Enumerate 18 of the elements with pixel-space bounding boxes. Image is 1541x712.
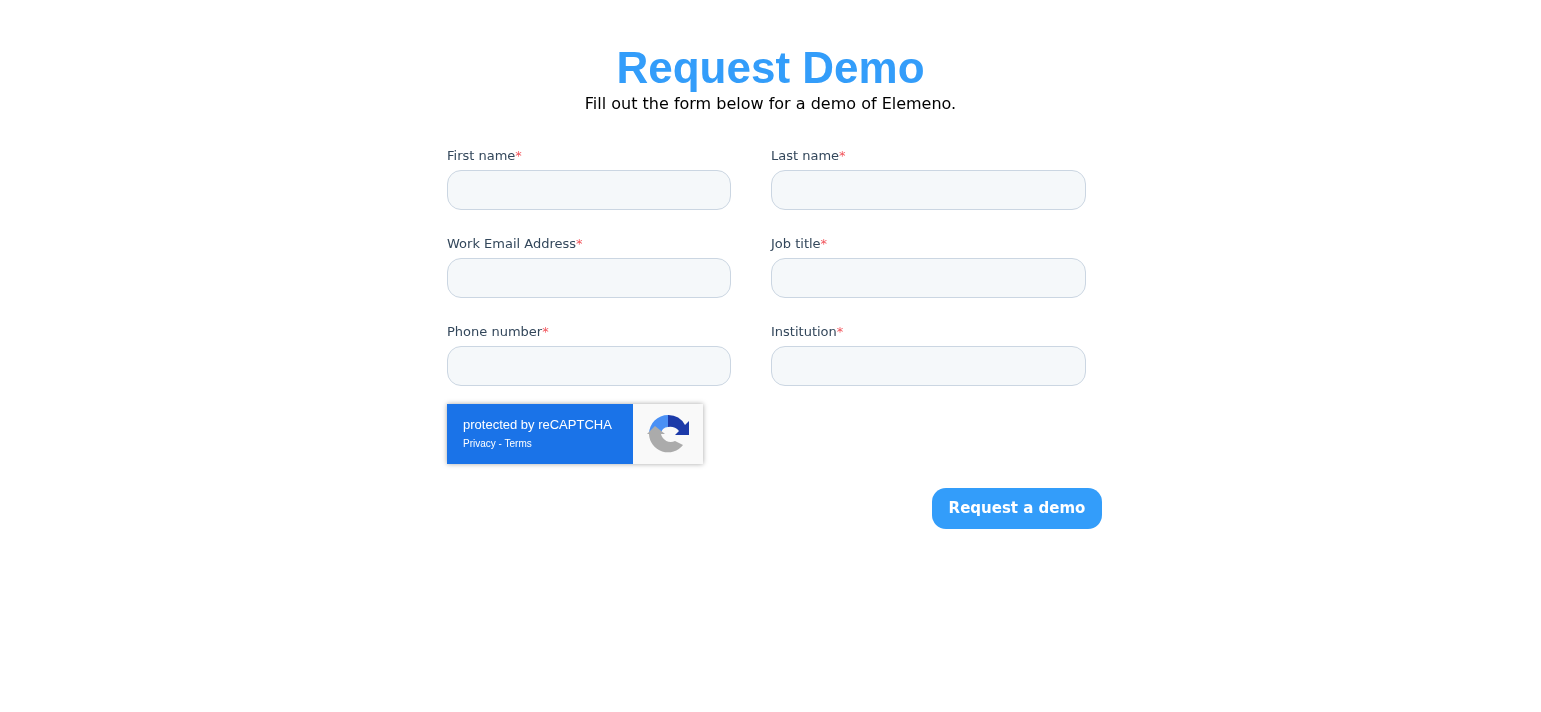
field-label: Work Email Address* [447,236,584,252]
input-field[interactable] [771,258,1086,298]
input-field[interactable] [447,346,731,386]
recaptcha-text: protected by reCAPTCHA [463,418,613,432]
field-label: First name* [447,148,523,164]
recaptcha-links[interactable]: Privacy - Terms [463,438,532,450]
field-label: Institution* [771,324,845,340]
input-field[interactable] [447,170,731,210]
field-label: Last name* [771,148,847,164]
recaptcha-logo-icon [647,413,689,455]
field-label: Job title* [771,236,829,252]
request-demo-button[interactable]: Request a demo [932,488,1102,529]
page-subtitle: Fill out the form below for a demo of Elemeno. [584,94,957,114]
input-field[interactable] [771,346,1086,386]
page-title: Request Demo [616,42,925,94]
input-field[interactable] [447,258,731,298]
field-label: Phone number* [447,324,550,340]
input-field[interactable] [771,170,1086,210]
